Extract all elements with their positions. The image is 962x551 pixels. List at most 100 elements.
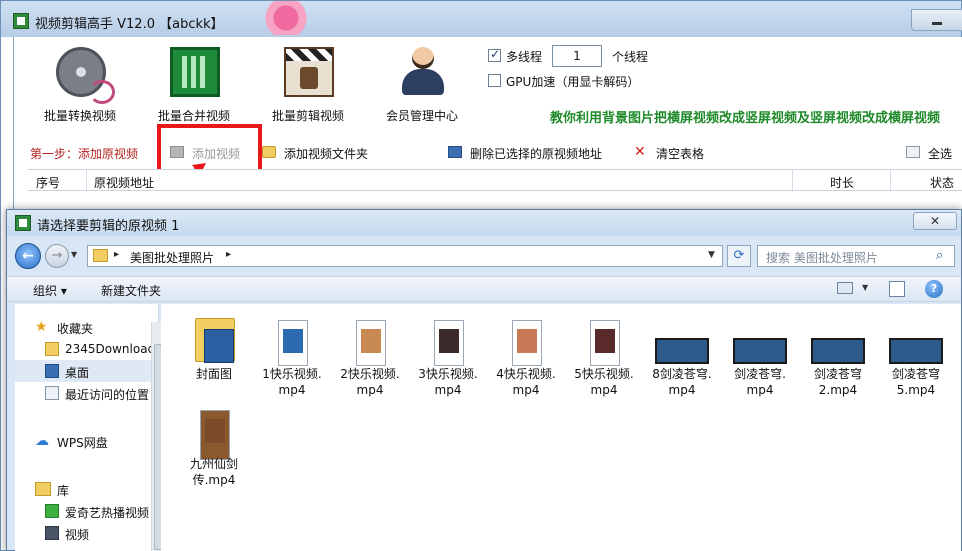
file-ext: 5.mp4 [896, 383, 936, 397]
member-center-label: 会员管理中心 [385, 109, 458, 123]
file-item[interactable]: 封面图 [175, 312, 253, 398]
recent-places-icon [45, 386, 59, 400]
delete-list-icon [448, 146, 462, 158]
search-input[interactable]: 搜索 美图批处理照片 [766, 249, 878, 266]
nav-label: 2345Downloads [65, 342, 159, 356]
nav-favorites[interactable]: ★ 收藏夹 [15, 316, 159, 338]
video-thumbnail-icon [811, 338, 865, 364]
file-name: 剑凌苍穹 [891, 367, 940, 381]
star-icon: ★ [35, 319, 48, 335]
minimize-button[interactable] [911, 9, 962, 31]
view-options-icon[interactable] [837, 282, 853, 294]
address-dropdown-icon[interactable]: ▼ [708, 250, 715, 260]
file-ext: mp4 [512, 383, 540, 397]
open-file-dialog: 请选择要剪辑的原视频 1 ✕ ← → ▼ ▸ 美图批处理照片 ▸ ▼ ⟳ 搜索 … [6, 209, 962, 551]
file-name: 1快乐视频. [262, 367, 322, 381]
video-table-header: 序号 原视频地址 时长 状态 [28, 169, 962, 192]
gpu-checkbox[interactable] [488, 74, 501, 87]
dialog-logo-icon [15, 215, 31, 231]
nav-iqiyi[interactable]: 爱奇艺热播视频 [15, 500, 159, 522]
gpu-label: GPU加速（用显卡解码） [506, 75, 640, 89]
file-item[interactable]: 5快乐视频. mp4 [565, 312, 643, 398]
col-index[interactable]: 序号 [36, 174, 60, 191]
batch-convert-button[interactable]: 批量转换视频 [30, 43, 130, 123]
member-center-button[interactable]: 会员管理中心 [372, 43, 472, 123]
video-thumbnail-icon [356, 320, 386, 366]
nav-libraries[interactable]: 库 [15, 478, 159, 500]
thread-count-input[interactable]: 1 [552, 45, 602, 67]
col-duration[interactable]: 时长 [830, 174, 854, 191]
batch-edit-label: 批量剪辑视频 [271, 109, 344, 123]
batch-merge-button[interactable]: 批量合并视频 [144, 43, 244, 123]
file-item[interactable]: 剑凌苍穹 5.mp4 [877, 312, 955, 398]
col-status[interactable]: 状态 [930, 174, 954, 191]
nav-wps-drive[interactable]: ☁ WPS网盘 [15, 430, 159, 452]
cloud-icon: ☁ [35, 433, 49, 449]
file-item[interactable]: 剑凌苍穹 2.mp4 [799, 312, 877, 398]
dialog-close-button[interactable]: ✕ [913, 212, 957, 230]
view-dropdown-icon[interactable]: ▼ [862, 283, 868, 292]
file-name: 剑凌苍穹. [734, 367, 786, 381]
file-name: 4快乐视频. [496, 367, 556, 381]
search-icon[interactable]: ⌕ [936, 248, 943, 263]
file-ext: 2.mp4 [818, 383, 858, 397]
address-bar[interactable]: ▸ 美图批处理照片 ▸ ▼ [87, 245, 723, 267]
file-item[interactable]: 剑凌苍穹. mp4 [721, 312, 799, 398]
batch-edit-button[interactable]: 批量剪辑视频 [258, 43, 358, 123]
thread-unit-label: 个线程 [612, 50, 649, 64]
breadcrumb-chevron-icon[interactable]: ▸ [114, 249, 119, 260]
video-thumbnail-icon [889, 338, 943, 364]
nav-label: 桌面 [65, 366, 90, 380]
address-path[interactable]: 美图批处理照片 [130, 249, 214, 266]
preview-pane-icon[interactable] [889, 281, 905, 297]
nav-videos[interactable]: 视频 [15, 522, 159, 544]
nav-desktop[interactable]: 桌面 [15, 360, 159, 382]
navigation-pane: ★ 收藏夹 2345Downloads 桌面 最近访问的位置 ☁ WPS网盘 库… [15, 304, 165, 551]
file-ext: mp4 [356, 383, 384, 397]
refresh-button[interactable]: ⟳ [727, 245, 751, 267]
video-library-icon [45, 526, 59, 540]
file-name: 封面图 [195, 367, 232, 381]
help-icon[interactable]: ? [925, 280, 943, 298]
file-ext: mp4 [278, 383, 306, 397]
file-item[interactable]: 3快乐视频. mp4 [409, 312, 487, 398]
desktop-icon [45, 364, 59, 378]
file-ext: mp4 [590, 383, 618, 397]
forward-button[interactable]: → [45, 244, 69, 268]
batch-merge-label: 批量合并视频 [157, 109, 230, 123]
video-thumbnail-icon [655, 338, 709, 364]
nav-label: 视频 [65, 528, 90, 542]
col-source-path[interactable]: 原视频地址 [94, 174, 154, 191]
iqiyi-icon [45, 504, 59, 518]
select-all-icon [906, 146, 920, 158]
file-name: 剑凌苍穹 [813, 367, 862, 381]
organize-menu[interactable]: 组织 ▾ [33, 282, 67, 299]
nav-label: 收藏夹 [57, 322, 94, 336]
multithread-checkbox[interactable] [488, 47, 501, 62]
video-thumbnail-icon [733, 338, 787, 364]
new-folder-button[interactable]: 新建文件夹 [101, 282, 161, 299]
file-ext: mp4 [668, 383, 696, 397]
back-button[interactable]: ← [15, 243, 41, 269]
delete-selected-label: 删除已选择的原视频地址 [470, 147, 603, 161]
breadcrumb-chevron-icon[interactable]: ▸ [226, 249, 231, 260]
nav-downloads[interactable]: 2345Downloads [15, 338, 159, 360]
file-name: 2快乐视频. [340, 367, 400, 381]
command-bar: 组织 ▾ 新建文件夹 ▼ ? [7, 276, 961, 302]
file-item[interactable]: 4快乐视频. mp4 [487, 312, 565, 398]
file-item[interactable]: 1快乐视频. mp4 [253, 312, 331, 398]
search-box[interactable]: 搜索 美图批处理照片 ⌕ [757, 245, 955, 267]
user-icon [398, 47, 448, 97]
folder-icon [195, 318, 235, 363]
file-item[interactable]: 九州仙剑 传.mp4 [175, 402, 253, 488]
video-thumbnail-icon [512, 320, 542, 366]
file-item[interactable]: 2快乐视频. mp4 [331, 312, 409, 398]
add-folder-label: 添加视频文件夹 [284, 147, 369, 161]
promo-link[interactable]: 教你利用背景图片把横屏视频改成竖屏视频及竖屏视频改成横屏视频 [550, 107, 940, 126]
video-thumbnail-icon [278, 320, 308, 366]
recent-pages-dropdown[interactable]: ▼ [71, 250, 77, 259]
film-reel-icon [56, 47, 115, 104]
clapperboard-icon [284, 47, 334, 97]
file-item[interactable]: 8剑凌苍穹. mp4 [643, 312, 721, 398]
nav-recent-places[interactable]: 最近访问的位置 [15, 382, 159, 404]
